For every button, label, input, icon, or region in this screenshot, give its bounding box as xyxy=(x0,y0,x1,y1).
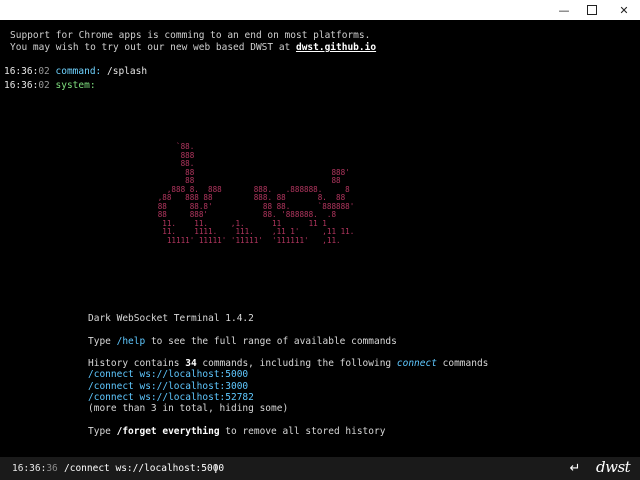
dwst-logo: dwst xyxy=(596,458,631,476)
prompt-time-hm: 16:36: xyxy=(12,463,47,474)
log-time-seconds: 02 xyxy=(38,80,50,91)
splash-title: Dark WebSocket Terminal 1.4.2 xyxy=(88,313,254,324)
close-button[interactable]: ✕ xyxy=(610,0,638,20)
forget-hint: Type /forget everything to remove all st… xyxy=(88,426,488,437)
log-time-seconds: 02 xyxy=(38,66,50,77)
help-command-link[interactable]: /help xyxy=(117,336,146,347)
log-label: system: xyxy=(55,80,96,91)
prompt-timestamp: 16:36:36 xyxy=(12,463,58,474)
help-hint-prefix: Type xyxy=(88,335,117,347)
help-hint: Type /help to see the full range of avai… xyxy=(88,336,488,347)
command-bar: 16:36:36 I ↵ dwst xyxy=(0,457,640,480)
log-entry-system: 16:36:02 system: xyxy=(4,80,101,92)
log-value: /splash xyxy=(107,66,148,77)
history-summary-suffix: commands xyxy=(436,358,489,370)
maximize-icon xyxy=(587,5,597,15)
terminal-output[interactable]: Support for Chrome apps is comming to an… xyxy=(0,20,640,457)
forget-command-link[interactable]: /forget everything xyxy=(117,426,220,437)
notice-line-2-text: You may wish to try out our new web base… xyxy=(10,42,296,53)
log-timestamp: 16:36:02 xyxy=(4,66,50,77)
notice-line-2: You may wish to try out our new web base… xyxy=(10,42,376,54)
history-keyword: connect xyxy=(396,358,437,370)
text-cursor-icon: I xyxy=(214,462,218,476)
help-hint-suffix: to see the full range of available comma… xyxy=(145,335,397,347)
history-summary-mid: commands, including the following xyxy=(196,358,397,370)
command-input[interactable] xyxy=(62,461,544,476)
notice-line-1: Support for Chrome apps is comming to an… xyxy=(10,30,371,41)
enter-icon[interactable]: ↵ xyxy=(566,459,584,477)
dwst-web-link[interactable]: dwst.github.io xyxy=(296,42,376,53)
log-label: command: xyxy=(55,66,102,77)
log-time-hm: 16:36: xyxy=(4,80,39,91)
history-item[interactable]: /connect ws://localhost:3000 xyxy=(88,381,488,392)
window-title-bar: — ✕ xyxy=(0,0,640,20)
dwst-ascii-logo: `88. 888 88. 88 888' 88 88 ,888 8. 888 8… xyxy=(157,142,355,245)
history-summary: History contains 34 commands, including … xyxy=(88,358,488,369)
forget-hint-suffix: to remove all stored history xyxy=(219,425,386,437)
minimize-icon: — xyxy=(558,3,570,17)
history-summary-prefix: History contains xyxy=(88,358,186,370)
log-entry-command: 16:36:02 command: /splash xyxy=(4,66,147,78)
history-item[interactable]: /connect ws://localhost:52782 xyxy=(88,392,488,403)
prompt-time-seconds: 36 xyxy=(46,463,58,474)
forget-hint-prefix: Type xyxy=(88,425,117,437)
log-time-hm: 16:36: xyxy=(4,66,39,77)
maximize-button[interactable] xyxy=(578,0,606,20)
history-count: 34 xyxy=(185,358,197,370)
close-icon: ✕ xyxy=(619,3,629,17)
history-item[interactable]: /connect ws://localhost:5000 xyxy=(88,369,488,380)
minimize-button[interactable]: — xyxy=(550,0,578,20)
history-more-note: (more than 3 in total, hiding some) xyxy=(88,403,289,415)
log-timestamp: 16:36:02 xyxy=(4,80,50,91)
splash-screen: Dark WebSocket Terminal 1.4.2 Type /help… xyxy=(88,313,488,437)
deprecation-notice: Support for Chrome apps is comming to an… xyxy=(10,30,376,54)
